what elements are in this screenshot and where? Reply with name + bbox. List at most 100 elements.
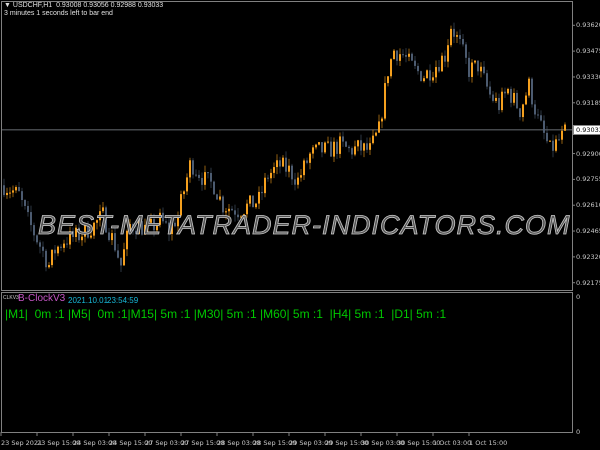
candle — [216, 193, 218, 200]
candle — [495, 92, 497, 104]
candle-body-bull — [387, 76, 389, 84]
candle-body-bull — [441, 55, 443, 72]
candle-body-bull — [363, 143, 365, 151]
candle-body-bull — [333, 141, 335, 157]
candle-body-bull — [123, 249, 125, 266]
candle — [429, 64, 431, 87]
candle — [405, 48, 407, 63]
candle — [189, 157, 191, 183]
candle-body-bear — [366, 143, 368, 150]
candle-body-bull — [288, 165, 290, 172]
candle-body-bear — [54, 249, 56, 254]
candle-body-bear — [360, 140, 362, 151]
candle-body-bear — [60, 246, 62, 248]
candle — [498, 93, 500, 115]
candle-body-bear — [336, 141, 338, 154]
candle — [444, 50, 446, 68]
candle-body-bear — [348, 146, 350, 149]
candle-body-bear — [39, 242, 41, 247]
candle — [321, 141, 323, 158]
candle — [555, 135, 557, 153]
candle-body-bear — [210, 172, 212, 182]
symbol-label: USDCHF,H1 — [12, 2, 53, 9]
candle-body-bull — [381, 118, 383, 122]
candle — [282, 155, 284, 168]
candle-body-bull — [399, 54, 401, 61]
candle — [285, 151, 287, 177]
candle — [48, 262, 50, 269]
candle-body-bull — [378, 121, 380, 133]
candle — [384, 76, 386, 121]
collapse-triangle-icon[interactable]: ▼ — [4, 2, 11, 9]
candle — [525, 92, 527, 106]
candle — [252, 195, 254, 208]
candle — [510, 86, 512, 108]
candle-body-bull — [522, 104, 524, 118]
price-tick-label: 0.92175 — [576, 278, 600, 287]
candle-body-bull — [309, 153, 311, 163]
clock-time: 23:54:59 — [107, 296, 139, 305]
candle — [270, 168, 272, 184]
candle — [528, 76, 530, 98]
candle — [546, 125, 548, 144]
candle-body-bull — [12, 190, 14, 193]
bid-price-label: 0.93033 — [573, 125, 600, 135]
candle — [291, 163, 293, 186]
candle — [489, 81, 491, 99]
candle-body-bull — [372, 135, 374, 144]
candle — [399, 48, 401, 67]
candle — [519, 107, 521, 121]
candle-body-bear — [117, 250, 119, 258]
candle-body-bear — [3, 185, 5, 196]
candle-body-bull — [357, 140, 359, 147]
candle-body-bear — [519, 108, 521, 118]
candle — [354, 140, 356, 157]
candle — [372, 129, 374, 145]
candle — [267, 174, 269, 182]
candle — [15, 185, 17, 194]
candle-body-bear — [396, 50, 398, 61]
candle — [24, 199, 26, 210]
candle — [18, 182, 20, 192]
candle — [45, 248, 47, 272]
ohlc-open: 0.93008 — [56, 2, 82, 9]
candle-body-bear — [459, 35, 461, 39]
candle-body-bull — [480, 66, 482, 72]
candle — [564, 122, 566, 131]
indicator-axis-zero-bottom: 0 — [576, 428, 581, 436]
candle — [483, 60, 485, 75]
candle — [507, 87, 509, 95]
candle-body-bear — [465, 44, 467, 58]
candle — [339, 132, 341, 159]
candle-body-bear — [492, 94, 494, 101]
candle-body-bull — [339, 136, 341, 154]
candle — [492, 90, 494, 103]
candle — [480, 62, 482, 78]
candle-body-bull — [390, 59, 392, 77]
candle-body-bear — [330, 141, 332, 157]
candle-body-bull — [423, 78, 425, 82]
candle-body-bull — [384, 83, 386, 119]
candle-body-bull — [471, 62, 473, 77]
candle-body-bull — [426, 70, 428, 79]
candle — [450, 25, 452, 48]
candle-body-bull — [525, 95, 527, 105]
candle-body-bear — [33, 225, 35, 236]
candle — [120, 257, 122, 272]
candle — [417, 63, 419, 75]
candle — [27, 201, 29, 217]
candle-body-bear — [483, 66, 485, 74]
candle-body-bear — [546, 132, 548, 142]
time-tick-label: 1 Oct 15:00 — [469, 439, 508, 447]
candle-body-bear — [468, 57, 470, 77]
candle — [324, 141, 326, 154]
candle — [441, 52, 443, 72]
candle-body-bull — [501, 91, 503, 111]
candle-body-bull — [450, 28, 452, 46]
candle — [408, 48, 410, 62]
candle-body-bear — [261, 191, 263, 194]
candle — [186, 173, 188, 195]
candle-body-bull — [9, 192, 11, 194]
candle-body-bear — [294, 179, 296, 185]
candle-body-bear — [498, 97, 500, 111]
